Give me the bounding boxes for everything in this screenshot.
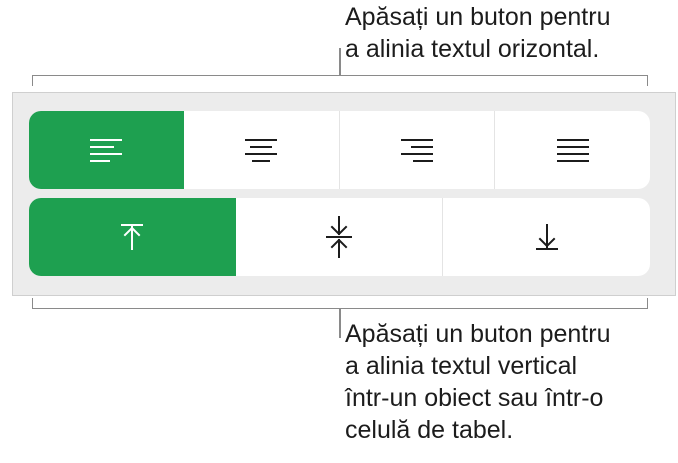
vertical-callout-text: Apăsați un buton pentru a alinia textul …	[345, 320, 611, 444]
align-center-button[interactable]	[184, 111, 339, 189]
align-right-button[interactable]	[338, 111, 495, 189]
vertical-leader-line	[339, 308, 341, 338]
justify-icon	[556, 138, 590, 162]
align-top-icon	[117, 222, 147, 252]
horizontal-alignment-control	[29, 111, 650, 189]
horizontal-leader-line	[339, 48, 341, 76]
justify-button[interactable]	[494, 111, 650, 189]
align-top-button[interactable]	[29, 198, 236, 276]
align-bottom-icon	[532, 222, 562, 252]
alignment-diagram: Apăsați un buton pentru a alinia textul …	[0, 0, 678, 463]
align-left-button[interactable]	[29, 111, 184, 189]
align-bottom-button[interactable]	[442, 198, 650, 276]
align-middle-icon	[324, 215, 354, 259]
align-left-icon	[89, 138, 123, 162]
align-right-icon	[400, 138, 434, 162]
horizontal-bracket	[32, 75, 648, 86]
alignment-panel	[12, 92, 676, 296]
align-middle-button[interactable]	[236, 198, 443, 276]
align-center-icon	[244, 138, 278, 162]
vertical-alignment-control	[29, 198, 650, 276]
horizontal-callout-text: Apăsați un buton pentru a alinia textul …	[345, 3, 611, 63]
